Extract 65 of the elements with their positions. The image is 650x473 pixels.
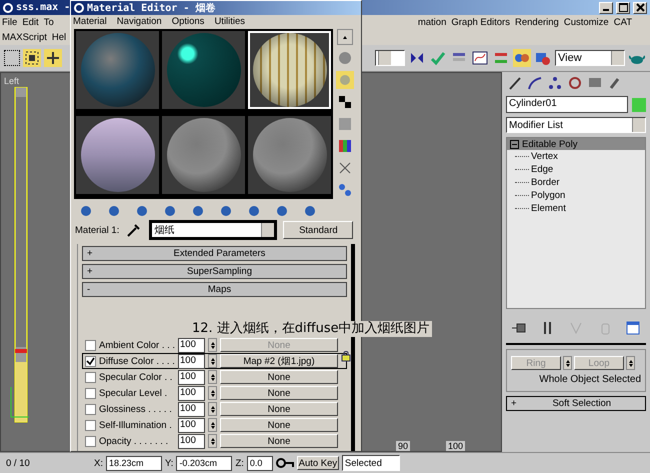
map-channel-label: Specular Level . [99, 388, 168, 398]
object-name-field[interactable]: Cylinder01 [506, 96, 628, 113]
y-coordinate-field[interactable]: -0.203cm [176, 456, 232, 470]
stack-sub-item[interactable]: Vertex [507, 150, 645, 163]
coordinate-label: Z: [235, 458, 244, 468]
stack-sub-item[interactable]: Polygon [507, 189, 645, 202]
stack-sub-item[interactable]: Element [507, 202, 645, 215]
map-button[interactable]: None [220, 386, 338, 400]
coordinate-label: Y: [164, 458, 174, 468]
material-name-field[interactable]: 烟纸 [149, 220, 278, 240]
z-coordinate-field[interactable]: 0.0 [246, 456, 273, 470]
stack-item[interactable]: Editable Poly [507, 138, 645, 150]
coordinate-label: X: [94, 458, 103, 468]
view-dropdown[interactable]: View [555, 50, 625, 66]
menu-item[interactable]: Utilities [214, 16, 246, 26]
auto-key-button[interactable]: Auto Key [296, 456, 339, 470]
x-coordinate-field[interactable]: 18.23cm [106, 456, 162, 470]
map-channel-label: Glossiness . . . . . [99, 404, 173, 414]
rollout-header[interactable]: + Extended Parameters [82, 246, 347, 261]
menu-item[interactable]: Edit [22, 17, 39, 28]
map-channel-label: Self-Illumination . [99, 420, 173, 430]
amount-field[interactable]: 100 [178, 418, 205, 432]
material-type-button[interactable]: Standard [283, 221, 354, 239]
map-button[interactable]: None [220, 370, 338, 384]
map-channel-label: Opacity . . . . . . . [99, 436, 170, 446]
window-title: Material Editor - 烟卷 [87, 2, 216, 15]
selection-info: Whole Object Selected [539, 374, 641, 385]
window-title: sss.max - [16, 2, 70, 13]
rollout-header[interactable]: - Maps [82, 282, 347, 297]
map-button[interactable]: Map #2 (烟1.jpg) [220, 354, 338, 368]
map-button[interactable]: None [220, 418, 338, 432]
frame-counter: 0 / 10 [6, 458, 31, 468]
amount-field[interactable]: 100 [178, 434, 205, 448]
menu-item[interactable]: File [2, 17, 18, 28]
amount-field[interactable]: 100 [178, 402, 205, 416]
menu-item[interactable]: To [44, 17, 54, 28]
menu-item[interactable]: Options [172, 16, 204, 26]
ruler-number: 90 [396, 441, 410, 451]
stack-sub-item[interactable]: Border [507, 176, 645, 189]
map-channel-label: Diffuse Color . . . . [99, 356, 175, 366]
menu-item[interactable]: Material [73, 16, 107, 26]
material-label: Material 1: [75, 224, 120, 236]
selected-dropdown[interactable]: Selected [342, 455, 400, 471]
menu-item[interactable]: Hel [52, 32, 66, 43]
menu-item[interactable]: CAT [614, 17, 632, 28]
menu-item[interactable]: Graph Editors [451, 17, 510, 28]
modifier-list-dropdown[interactable]: Modifier List [506, 117, 646, 133]
rollout-header[interactable]: + SuperSampling [82, 264, 347, 279]
map-button[interactable]: None [220, 402, 338, 416]
viewport-label: Left [4, 76, 20, 86]
amount-field[interactable]: 100 [178, 354, 205, 368]
map-channel-label: Specular Color . . [99, 372, 174, 382]
map-button[interactable]: None [220, 434, 338, 448]
menu-item[interactable]: Navigation [116, 16, 162, 26]
menu-item[interactable]: MAXScript [2, 32, 47, 43]
tutorial-caption: 12. 进入烟纸，在diffuse中加入烟纸图片 [190, 321, 432, 337]
menu-item[interactable]: Rendering [514, 17, 559, 28]
amount-field[interactable]: 100 [178, 370, 205, 384]
stack-sub-item[interactable]: Edge [507, 163, 645, 176]
menu-item[interactable]: Customize [564, 17, 609, 28]
soft-selection-rollout[interactable]: + Soft Selection [506, 396, 646, 411]
menu-item[interactable]: mation [418, 17, 446, 28]
map-channel-label: Ambient Color . . . [99, 340, 175, 350]
amount-field[interactable]: 100 [178, 386, 205, 400]
ruler-number: 100 [446, 441, 466, 451]
